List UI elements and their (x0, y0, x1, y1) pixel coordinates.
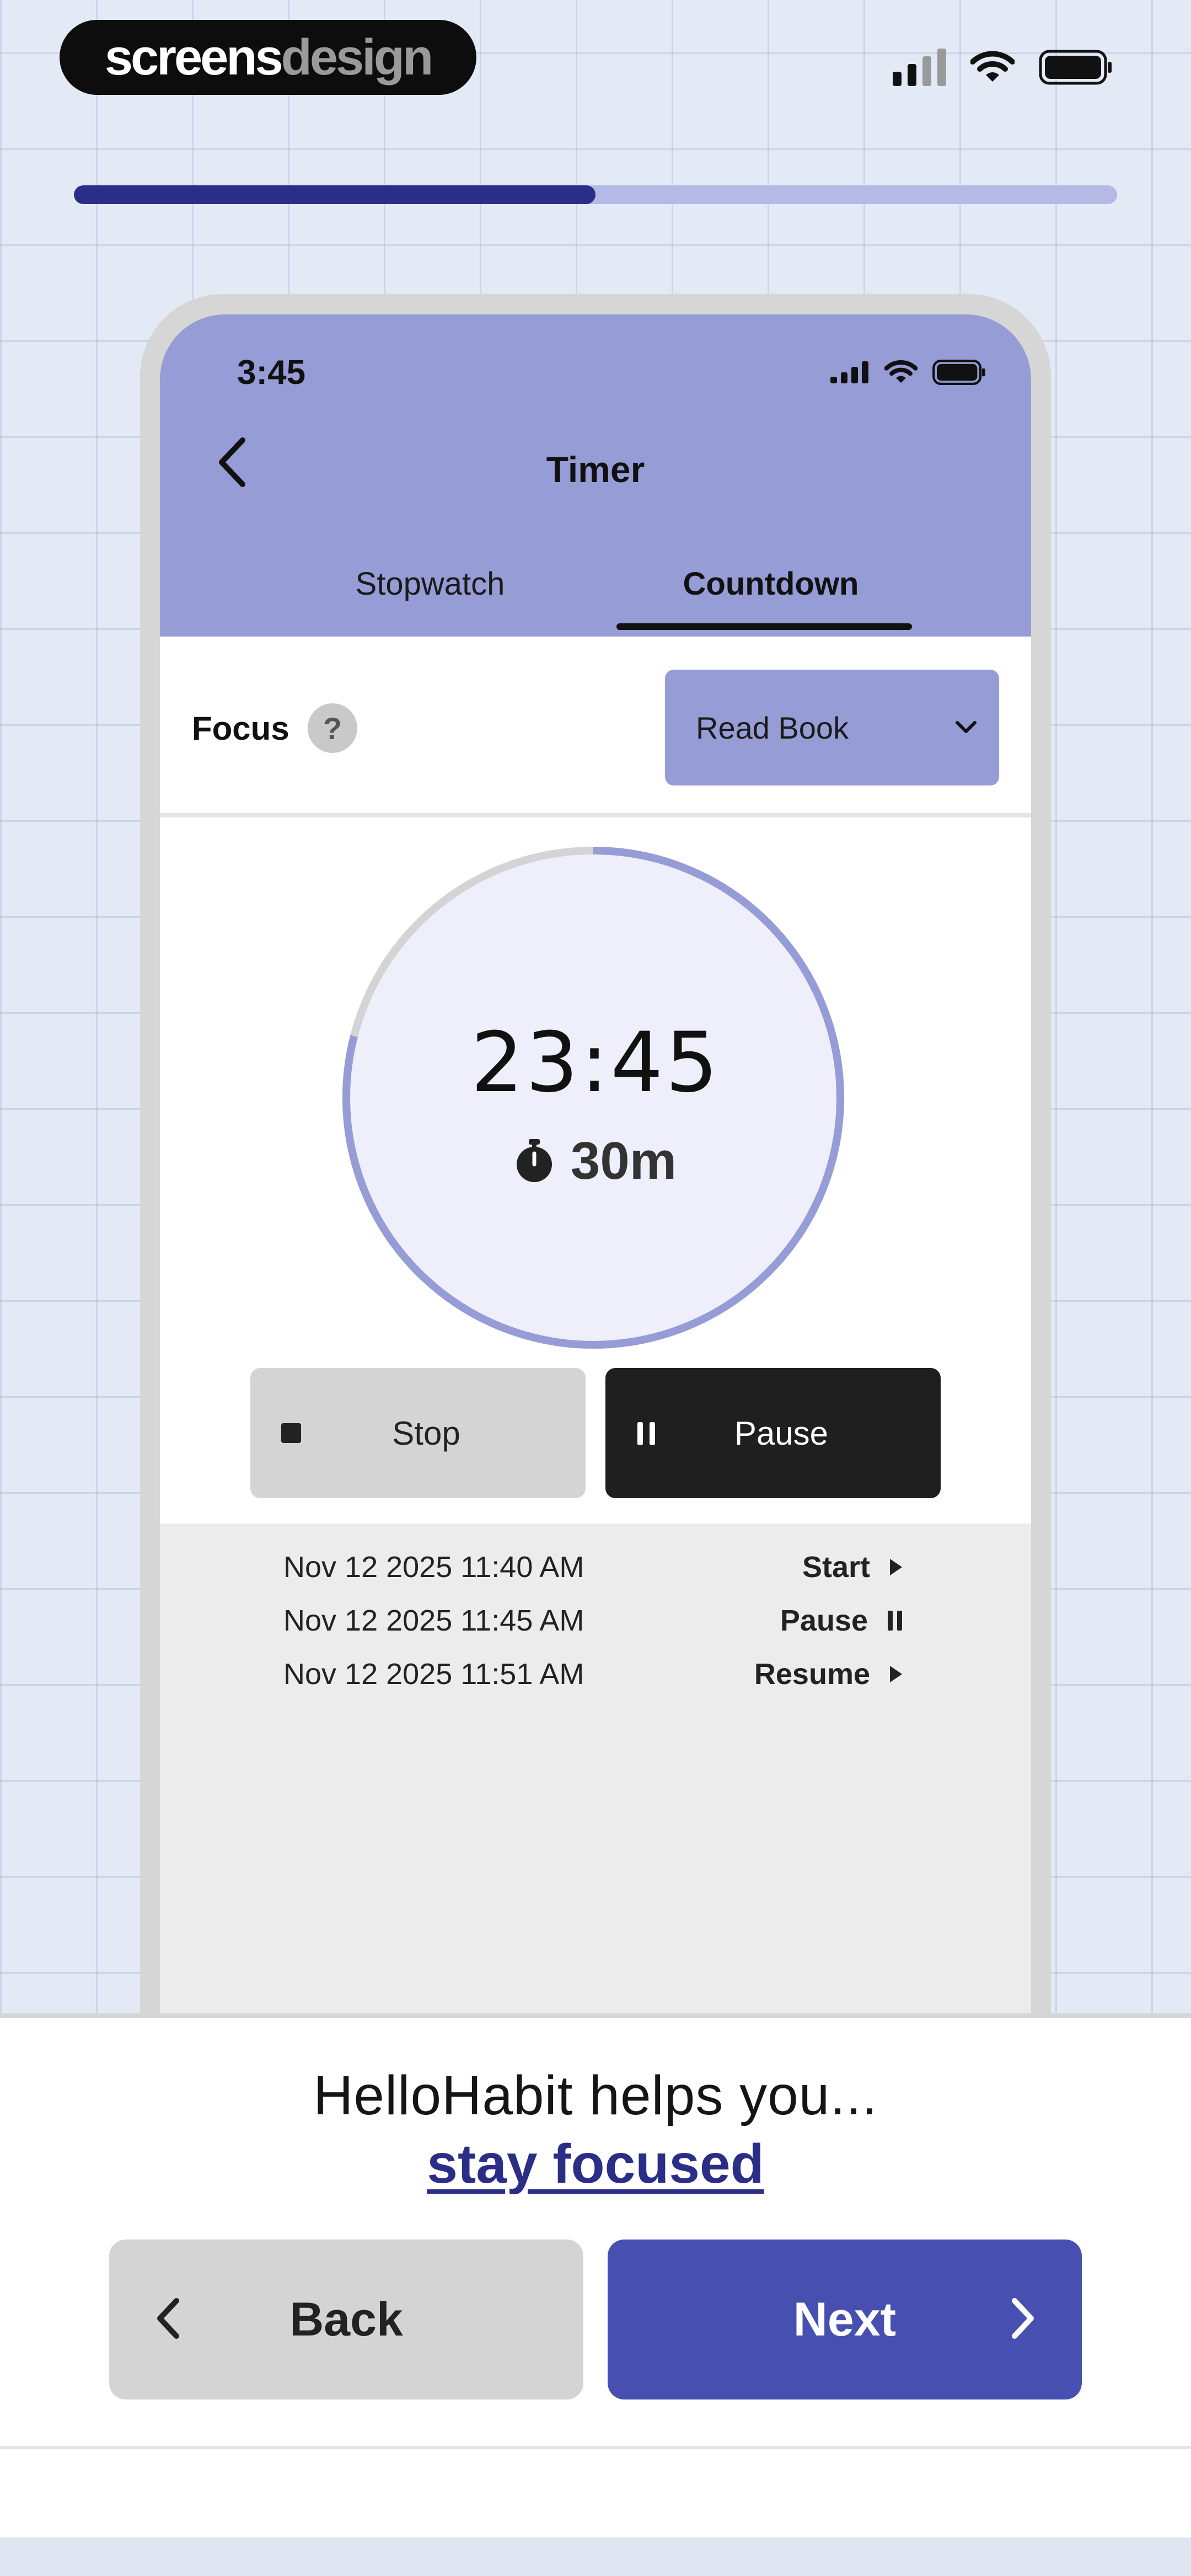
next-button[interactable]: Next (608, 2240, 1082, 2399)
battery-icon (1039, 50, 1112, 85)
device-status-icons (893, 49, 1114, 86)
active-tab-indicator (616, 623, 912, 630)
app-status-icons (830, 360, 987, 385)
stop-button[interactable]: Stop (250, 1368, 586, 1498)
chevron-down-icon (956, 721, 977, 733)
cellular-signal-icon (893, 49, 946, 86)
battery-icon (932, 360, 985, 385)
pause-icon (888, 1611, 902, 1631)
onboarding-progress-bar (74, 185, 1117, 204)
home-indicator-divider (0, 2446, 1191, 2449)
chevron-left-icon (157, 2298, 179, 2339)
status-time: 3:45 (237, 354, 306, 392)
tab-countdown[interactable]: Countdown (616, 565, 925, 602)
activity-select[interactable]: Read Book (665, 670, 999, 785)
log-date: Nov 12 2025 11:51 AM (283, 1658, 584, 1691)
logo-text-design: design (281, 29, 433, 85)
stopwatch-icon (516, 1139, 552, 1182)
log-action-label: Start (802, 1551, 870, 1584)
onboarding-headline: HelloHabit helps you... (313, 2065, 878, 2126)
wifi-icon (970, 51, 1015, 82)
progress-fill (74, 185, 596, 204)
log-action: Pause (780, 1604, 903, 1638)
logo-text-screens: screens (104, 29, 283, 85)
countdown-remaining: 23:45 (470, 1015, 721, 1111)
screen-title: Timer (546, 449, 645, 490)
back-button-label: Back (289, 2292, 403, 2346)
tab-stopwatch[interactable]: Stopwatch (320, 565, 540, 602)
pause-icon (637, 1422, 655, 1445)
countdown-duration: 30m (160, 1131, 1031, 1191)
wifi-icon (884, 360, 918, 383)
next-button-label: Next (793, 2292, 897, 2346)
back-button[interactable]: Back (109, 2240, 583, 2399)
pause-button[interactable]: Pause (605, 1368, 941, 1498)
log-date: Nov 12 2025 11:45 AM (283, 1604, 584, 1637)
screensdesign-logo: screens design (60, 20, 476, 95)
chevron-right-icon (1012, 2298, 1034, 2339)
divider (160, 813, 1031, 817)
onboarding-highlight: stay focused (427, 2133, 764, 2195)
app-screen: 3:45 Timer Stopwatch Countdown Focus ? R… (160, 314, 1031, 2035)
cellular-signal-icon (830, 361, 868, 383)
page-footer-strip (0, 2537, 1191, 2576)
log-action-label: Resume (754, 1658, 870, 1691)
stop-icon (281, 1423, 301, 1443)
help-icon[interactable]: ? (308, 703, 357, 753)
duration-value: 30m (570, 1131, 677, 1190)
activity-select-value: Read Book (696, 710, 849, 745)
log-action-label: Pause (780, 1604, 868, 1637)
play-icon (890, 1559, 902, 1575)
log-date: Nov 12 2025 11:40 AM (283, 1551, 584, 1584)
log-action: Resume (754, 1657, 903, 1691)
play-icon (890, 1666, 902, 1682)
focus-label: Focus (192, 710, 289, 747)
session-log (160, 1524, 1031, 2035)
log-action: Start (802, 1550, 903, 1584)
